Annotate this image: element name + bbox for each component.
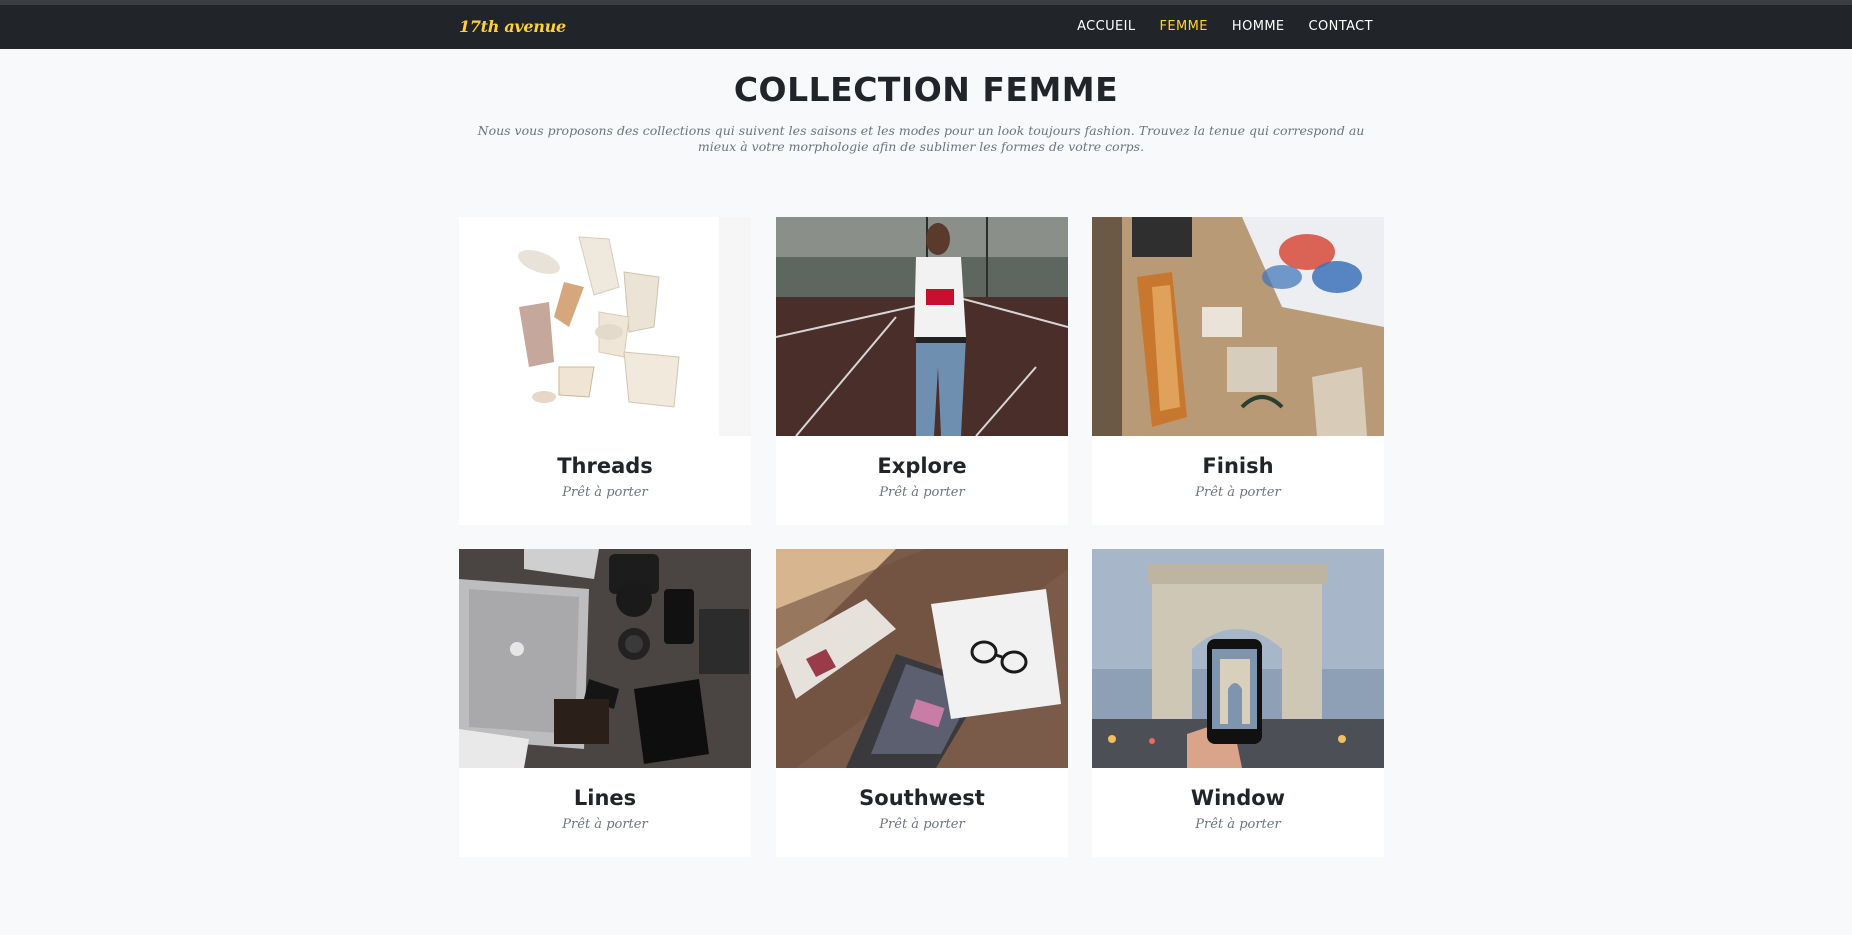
card-title: Finish [1202,454,1274,478]
portfolio-card-finish[interactable]: Finish Prêt à porter [1092,217,1384,525]
card-subtitle: Prêt à porter [562,817,648,832]
portfolio-card-window[interactable]: Window Prêt à porter [1092,549,1384,857]
portfolio-card-explore[interactable]: Explore Prêt à porter [776,217,1068,525]
card-image-explore[interactable] [776,217,1068,436]
card-subtitle: Prêt à porter [1195,817,1281,832]
page-subtitle: Nous vous proposons des collections qui … [477,123,1365,154]
card-title: Explore [877,454,967,478]
nav-menu: ACCUEIL FEMME HOMME CONTACT [1077,19,1373,34]
nav-homme[interactable]: HOMME [1232,19,1285,34]
page-title: COLLECTION FEMME [733,70,1119,109]
nav-contact[interactable]: CONTACT [1309,19,1373,34]
portfolio-card-southwest[interactable]: Southwest Prêt à porter [776,549,1068,857]
card-image-finish[interactable] [1092,217,1384,436]
card-title: Lines [573,786,637,810]
card-subtitle: Prêt à porter [562,485,648,500]
nav-femme[interactable]: FEMME [1160,19,1208,34]
brand-logo[interactable]: 17th avenue [459,17,566,36]
card-subtitle: Prêt à porter [1195,485,1281,500]
card-subtitle: Prêt à porter [879,817,965,832]
card-title: Southwest [859,786,985,810]
nav-accueil[interactable]: ACCUEIL [1077,19,1135,34]
navbar: 17th avenue ACCUEIL FEMME HOMME CONTACT [0,5,1852,49]
card-image-window[interactable] [1092,549,1384,768]
card-image-southwest[interactable] [776,549,1068,768]
portfolio-card-threads[interactable]: Threads Prêt à porter [459,217,751,525]
card-image-threads[interactable] [459,217,751,436]
card-title: Window [1190,786,1286,810]
card-subtitle: Prêt à porter [879,485,965,500]
card-image-lines[interactable] [459,549,751,768]
portfolio-card-lines[interactable]: Lines Prêt à porter [459,549,751,857]
card-title: Threads [557,454,653,478]
